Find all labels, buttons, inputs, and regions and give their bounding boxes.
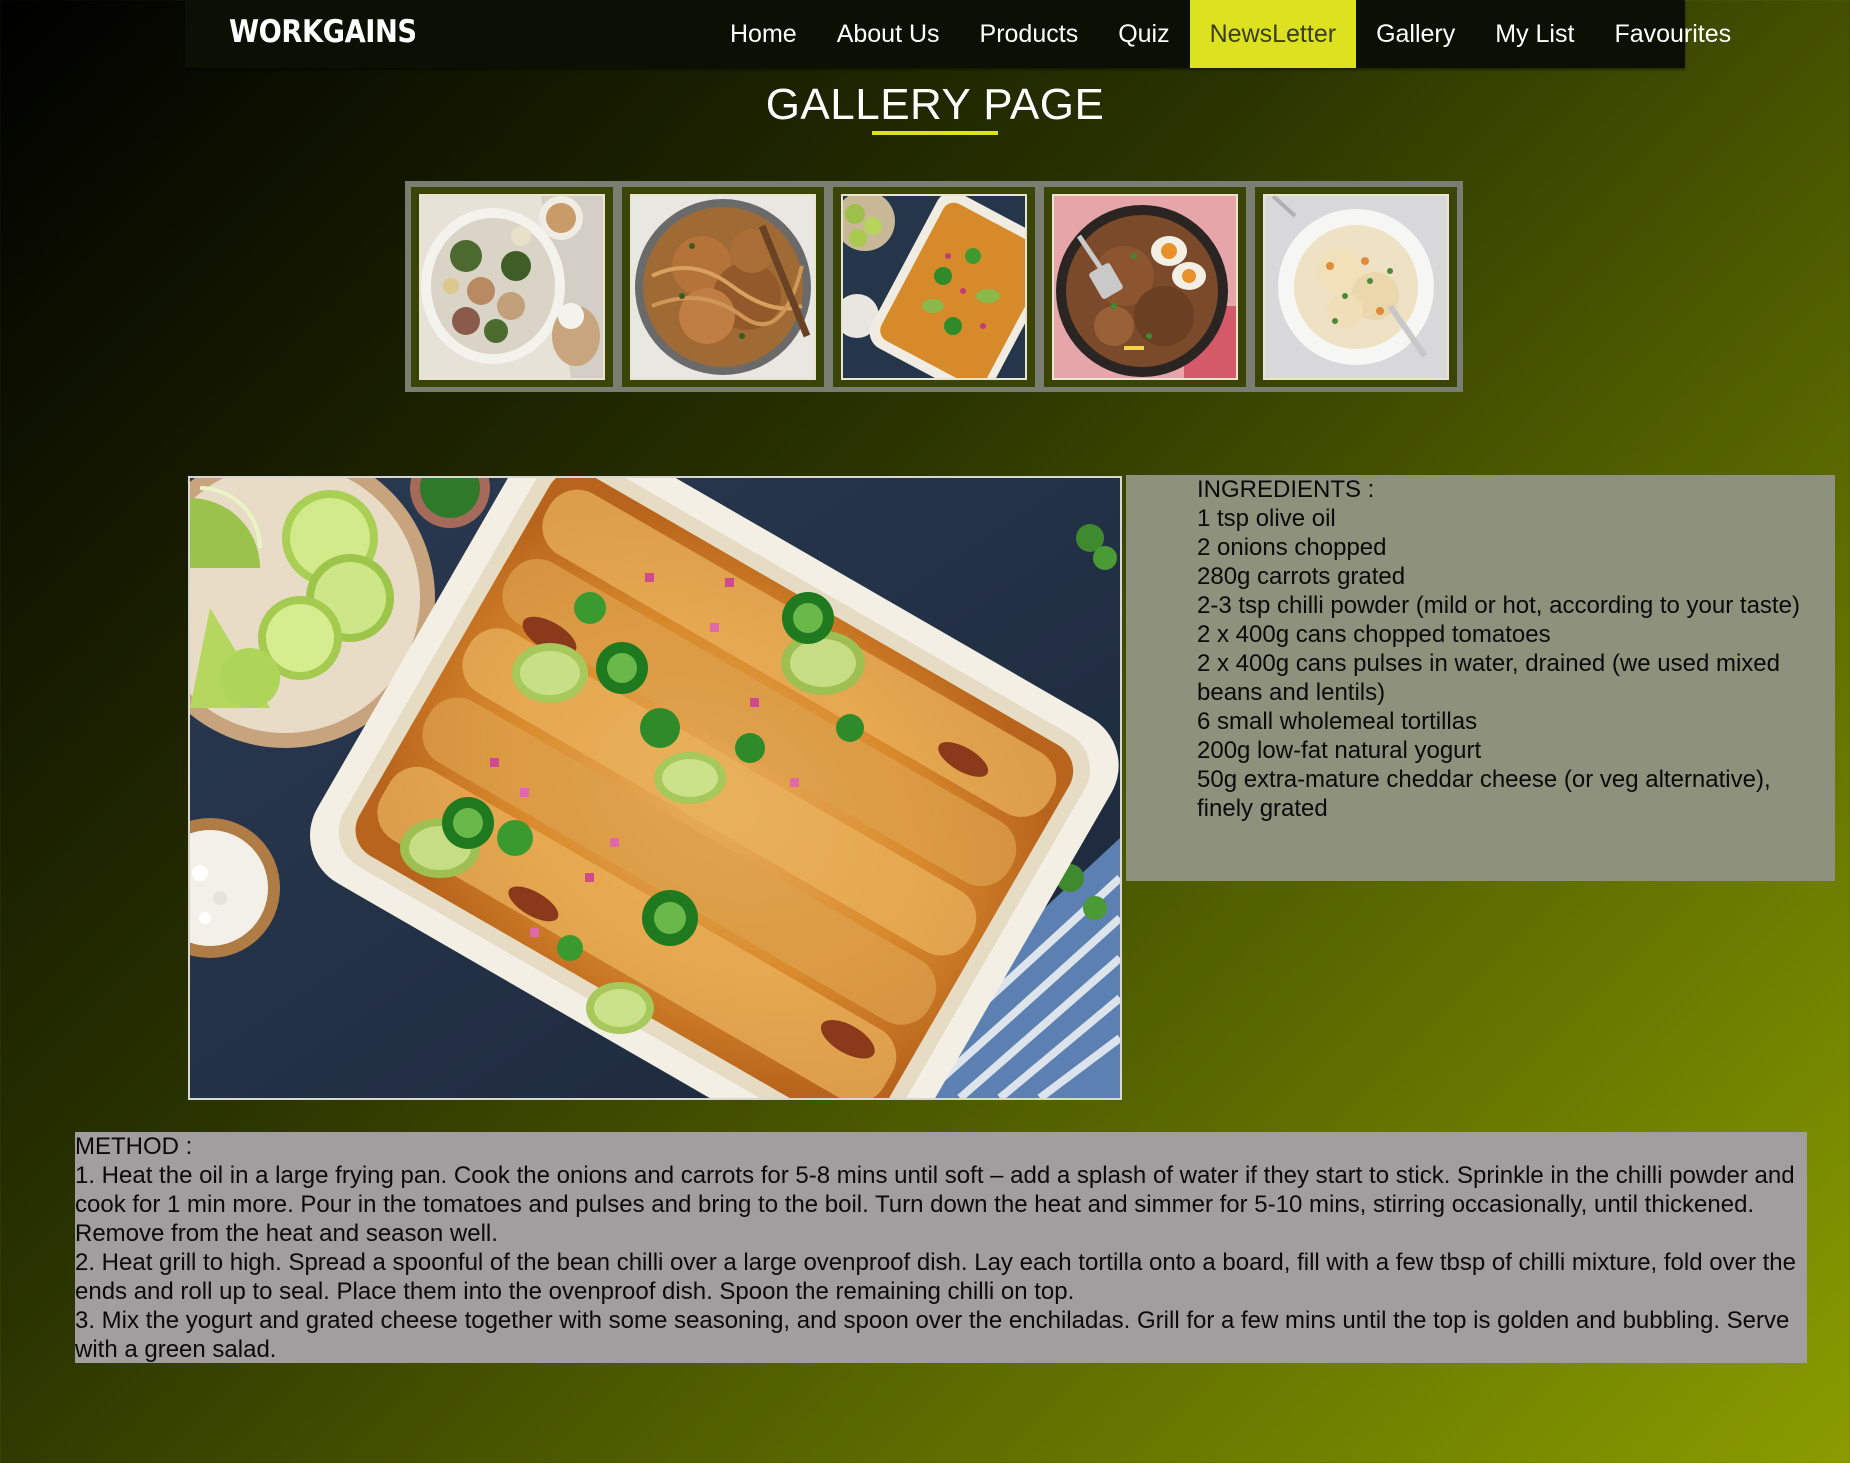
gallery-thumbnail[interactable] [1044,186,1246,387]
ingredient-item: 280g carrots grated [1197,563,1406,590]
method-step: 3. Mix the yogurt and grated cheese toge… [75,1307,1790,1363]
method-step: 1. Heat the oil in a large frying pan. C… [75,1162,1795,1247]
thumbnail-image-noodles [630,193,816,380]
gallery-thumbnail[interactable] [1255,186,1457,387]
ingredient-item: 1 tsp olive oil [1197,505,1336,532]
method-step: 2. Heat grill to high. Spread a spoonful… [75,1249,1796,1305]
ingredient-item: 2 onions chopped [1197,534,1387,561]
brand-logo[interactable]: WORKGAINS [229,14,417,50]
ingredient-item: 2 x 400g cans pulses in water, drained (… [1197,650,1780,706]
ingredient-item: 6 small wholemeal tortillas [1197,708,1478,735]
method-panel: METHOD : 1. Heat the oil in a large fryi… [75,1132,1807,1363]
thumbnail-image-creamy-pasta [1263,193,1449,380]
thumbnail-image-salad-bowl [419,193,605,380]
top-navbar: WORKGAINS Home About Us Products Quiz Ne… [185,0,1731,68]
ingredients-panel: INGREDIENTS : 1 tsp olive oil 2 onions c… [1126,475,1835,881]
title-underline [872,131,998,135]
thumbnail-image-fried-rice [1052,193,1238,380]
ingredients-heading: INGREDIENTS : [1197,476,1375,503]
nav-item-about-us[interactable]: About Us [817,0,960,68]
nav-item-my-list[interactable]: My List [1475,0,1594,68]
thumbnail-strip [405,181,1463,392]
ingredient-item: 2-3 tsp chilli powder (mild or hot, acco… [1197,592,1800,619]
nav-item-newsletter[interactable]: NewsLetter [1189,0,1357,68]
selected-gallery-image [188,476,1122,1100]
nav-item-gallery[interactable]: Gallery [1356,0,1475,68]
gallery-thumbnail[interactable] [622,186,824,387]
gallery-thumbnail[interactable] [833,186,1035,387]
nav-item-products[interactable]: Products [960,0,1099,68]
nav-item-home[interactable]: Home [710,0,817,68]
ingredient-item: 2 x 400g cans chopped tomatoes [1197,621,1551,648]
thumbnail-image-enchiladas [841,193,1027,380]
nav-links: Home About Us Products Quiz NewsLetter G… [710,0,1751,68]
ingredient-item: 200g low-fat natural yogurt [1197,737,1482,764]
nav-item-quiz[interactable]: Quiz [1098,0,1189,68]
page-title: GALLERY PAGE [765,80,1105,129]
ingredient-item: 50g extra-mature cheddar cheese (or veg … [1197,766,1771,822]
method-heading: METHOD : [75,1133,193,1160]
gallery-thumbnail[interactable] [411,186,613,387]
nav-item-favourites[interactable]: Favourites [1594,0,1751,68]
